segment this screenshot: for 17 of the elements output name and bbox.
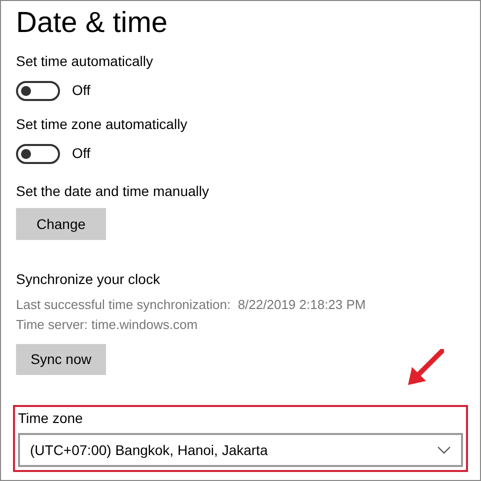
toggle-state: Off xyxy=(72,144,90,163)
arrow-icon xyxy=(406,349,444,387)
field-label: Time zone xyxy=(18,409,83,427)
toggle-switch[interactable] xyxy=(16,80,60,100)
sync-now-button[interactable]: Sync now xyxy=(16,344,106,375)
change-button[interactable]: Change xyxy=(16,208,106,240)
setting-label: Set time zone automatically xyxy=(16,115,188,133)
time-server: Time server: time.windows.com xyxy=(16,316,198,334)
setting-label: Set time automatically xyxy=(16,52,153,70)
sync-status: Last successful time synchronization: 8/22/2019 2:18:23 PM xyxy=(16,296,366,314)
setting-label: Set the date and time manually xyxy=(16,182,210,200)
page-title: Date & time xyxy=(16,9,168,38)
chevron-down-icon xyxy=(437,446,451,454)
time-zone-dropdown[interactable]: (UTC+07:00) Bangkok, Hanoi, Jakarta xyxy=(18,433,463,467)
toggle-state: Off xyxy=(72,81,90,100)
section-heading: Synchronize your clock xyxy=(16,270,160,288)
toggle-switch[interactable] xyxy=(16,144,60,164)
